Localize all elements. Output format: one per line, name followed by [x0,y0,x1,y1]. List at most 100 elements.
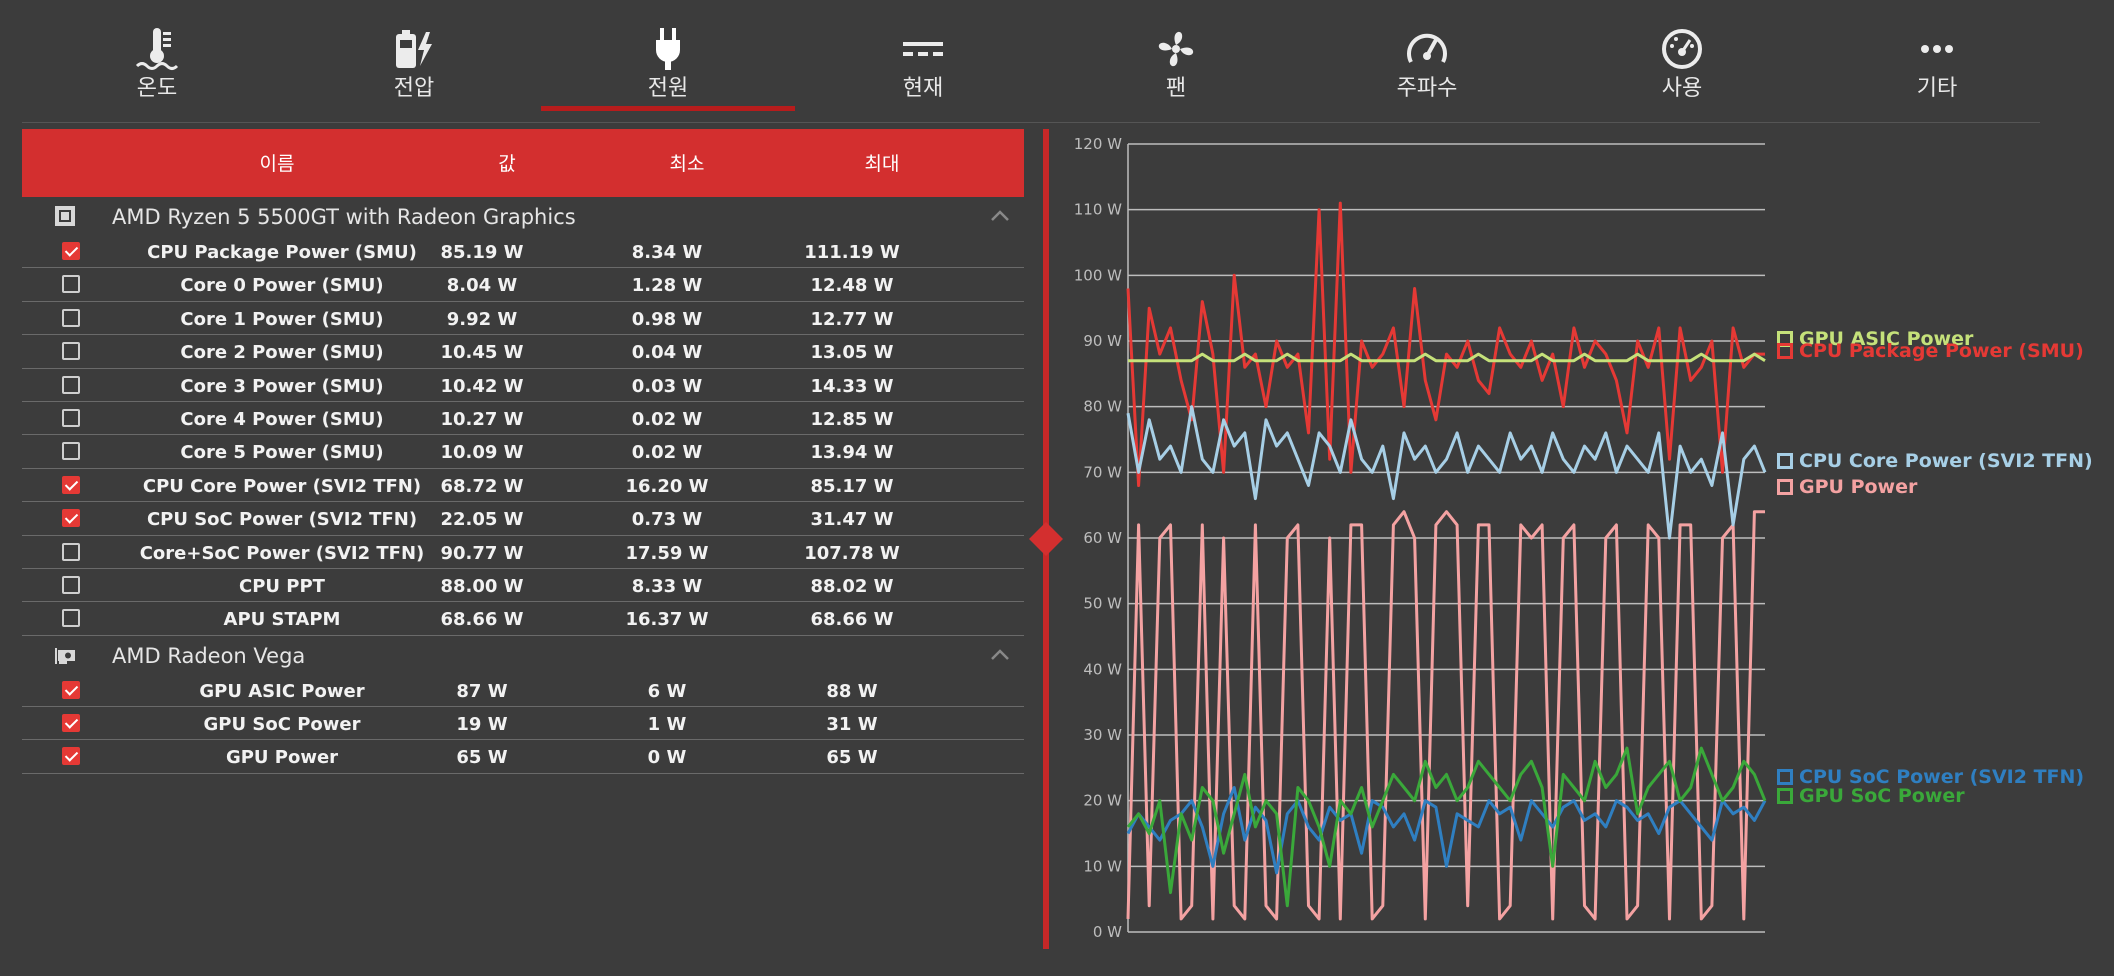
device-name: AMD Ryzen 5 5500GT with Radeon Graphics [112,205,576,229]
y-tick-label: 20 W [1083,792,1122,810]
sensor-min: 8.34 W [631,242,703,263]
table-row[interactable]: Core 1 Power (SMU) 9.92 W 0.98 W 12.77 W [22,302,1024,336]
table-row[interactable]: Core 2 Power (SMU) 10.45 W 0.04 W 13.05 W [22,335,1024,369]
sensor-checkbox[interactable] [62,509,80,528]
sensor-checkbox[interactable] [62,542,80,561]
power-chart: 0 W 10 W 20 W 30 W 40 W 50 W 60 W 70 W 80 W 90 W 1… [1060,128,2110,958]
tab-label: 전압 [393,76,435,101]
sensor-min: 8.33 W [631,575,703,597]
sensor-checkbox[interactable] [62,575,80,594]
thermometer-icon [30,26,284,72]
table-row[interactable]: CPU PPT 88.00 W 8.33 W 88.02 W [22,569,1024,603]
sensor-max: 13.05 W [810,342,894,364]
speedometer-icon [1300,26,1554,72]
table-row[interactable]: Core 3 Power (SMU) 10.42 W 0.03 W 14.33 W [22,369,1024,402]
legend-entry[interactable]: CPU Package Power (SMU) [1777,340,2084,362]
tab-6[interactable]: 주파수 [1300,0,1554,112]
sensor-max: 12.48 W [810,275,894,297]
sensor-min: 0.04 W [631,342,703,364]
sensor-checkbox[interactable] [62,747,80,766]
cpu-chip-icon [1777,343,1793,359]
tab-2[interactable]: 전압 [287,0,541,112]
tab-1[interactable]: 온도 [30,0,284,112]
sensor-checkbox[interactable] [62,408,80,427]
sensor-value: 9.92 W [446,308,518,330]
y-tick-label: 50 W [1083,595,1122,613]
sensor-min: 1 W [647,714,687,736]
sensor-checkbox[interactable] [62,680,80,699]
sensor-checkbox[interactable] [62,375,80,394]
sensor-name: Core 0 Power (SMU) [180,275,384,297]
sensor-value: 68.66 W [440,609,524,631]
sensor-checkbox[interactable] [62,342,80,361]
table-row[interactable]: CPU Core Power (SVI2 TFN) 68.72 W 16.20 W 8… [22,469,1024,503]
tab-8[interactable]: 기타 [1810,0,2064,112]
sensor-checkbox[interactable] [62,475,80,494]
sensor-name: CPU Core Power (SVI2 TFN) [142,475,422,497]
table-row[interactable]: Core 0 Power (SMU) 8.04 W 1.28 W 12.48 W [22,268,1024,302]
sensor-value: 65 W [456,747,508,769]
table-row[interactable]: CPU Package Power (SMU) 85.19 W 8.34 W 111.… [22,235,1024,269]
sensor-value: 22.05 W [440,509,524,531]
table-row[interactable]: GPU ASIC Power 87 W 6 W 88 W [22,674,1024,708]
sensor-max: 12.85 W [810,408,894,430]
collapse-chevron-icon[interactable] [990,646,1010,660]
column-header-min[interactable]: 최소 [617,149,757,176]
tab-label: 주파수 [1396,76,1458,101]
tab-7[interactable]: 사용 [1555,0,1809,112]
legend-entry[interactable]: GPU Power [1777,476,1917,498]
sensor-min: 0 W [647,747,687,769]
legend-label: GPU SoC Power [1799,785,1965,807]
tab-label: 팬 [1165,76,1187,101]
sensor-name: Core 3 Power (SMU) [180,375,384,397]
tab-4[interactable]: 현재 [796,0,1050,112]
sensor-checkbox[interactable] [62,242,80,260]
sensor-value: 68.72 W [440,475,524,497]
table-row[interactable]: GPU SoC Power 19 W 1 W 31 W [22,707,1024,741]
table-row[interactable]: Core+SoC Power (SVI2 TFN) 90.77 W 17.59 W 1… [22,536,1024,569]
sensor-max: 13.94 W [810,442,894,464]
table-row[interactable]: Core 5 Power (SMU) 10.09 W 0.02 W 13.94 W [22,435,1024,469]
collapse-chevron-icon[interactable] [990,207,1010,221]
legend-entry[interactable]: GPU SoC Power [1777,785,1965,807]
cpu-chip-icon [1777,769,1793,785]
splitter-handle[interactable] [1029,522,1063,556]
sensor-min: 16.37 W [625,609,709,631]
tab-label: 현재 [902,76,944,101]
gpu-card-icon [1777,479,1793,495]
dc-current-icon [796,26,1050,72]
table-row[interactable]: APU STAPM 68.66 W 16.37 W 68.66 W [22,602,1024,636]
device-name: AMD Radeon Vega [112,643,306,668]
sensor-checkbox[interactable] [62,442,80,461]
cpu-chip-icon [54,205,76,227]
table-row[interactable]: Core 4 Power (SMU) 10.27 W 0.02 W 12.85 W [22,402,1024,436]
tab-label: 기타 [1916,76,1958,101]
tab-5[interactable]: 팬 [1049,0,1303,112]
sensor-name: Core 2 Power (SMU) [180,342,384,364]
sensor-name: Core+SoC Power (SVI2 TFN) [139,542,425,564]
device-group-header[interactable]: AMD Ryzen 5 5500GT with Radeon Graphics [22,197,1024,235]
sensor-checkbox[interactable] [62,609,80,628]
sensor-max: 111.19 W [804,242,900,263]
device-group-header[interactable]: AMD Radeon Vega [22,636,1024,674]
table-row[interactable]: GPU Power 65 W 0 W 65 W [22,740,1024,774]
sensor-value: 10.45 W [440,342,524,364]
sensor-name: CPU SoC Power (SVI2 TFN) [146,509,418,531]
column-header-value[interactable]: 값 [437,149,577,176]
sensor-max: 68.66 W [810,609,894,631]
y-tick-label: 120 W [1074,135,1122,153]
legend-entry[interactable]: CPU Core Power (SVI2 TFN) [1777,450,2093,472]
table-header: 이름 값 최소 최대 [22,129,1024,197]
table-row[interactable]: CPU SoC Power (SVI2 TFN) 22.05 W 0.73 W 31.… [22,502,1024,536]
tab-3[interactable]: 전원 [541,0,795,112]
sensor-checkbox[interactable] [62,714,80,733]
y-tick-label: 30 W [1083,726,1122,744]
column-header-max[interactable]: 최대 [812,149,952,176]
chart-canvas: 0 W 10 W 20 W 30 W 40 W 50 W 60 W 70 W 80 W 90 W 1… [1074,135,1767,941]
sensor-min: 0.02 W [631,408,703,430]
sensor-checkbox[interactable] [62,308,80,327]
sensor-checkbox[interactable] [62,275,80,294]
column-header-name[interactable]: 이름 [207,149,347,176]
sensor-name: Core 5 Power (SMU) [180,442,384,464]
sensor-value: 10.42 W [440,375,524,397]
